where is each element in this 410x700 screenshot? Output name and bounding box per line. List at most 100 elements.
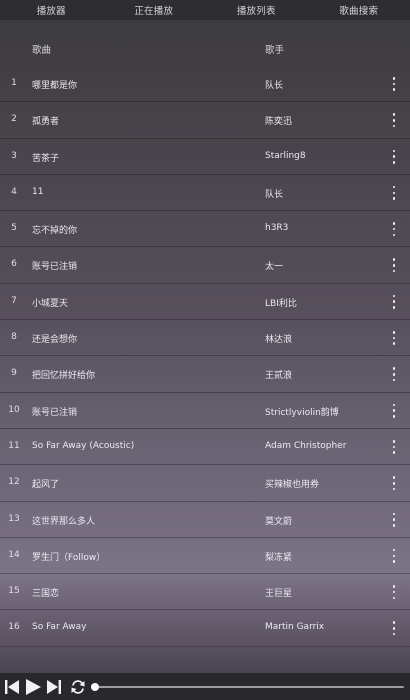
more-options-icon[interactable]: [390, 77, 398, 91]
song-index: 3: [11, 150, 17, 161]
more-options-icon[interactable]: [390, 185, 398, 200]
more-dot: [392, 481, 396, 485]
song-index: 10: [8, 404, 20, 415]
more-dot: [392, 373, 396, 376]
song-row[interactable]: 11 So Far Away (Acoustic) Adam Christopher: [0, 429, 410, 466]
song-row[interactable]: 16 So Far Away Martin Garrix: [0, 610, 410, 647]
repeat-icon[interactable]: [69, 678, 87, 696]
more-dot: [392, 590, 396, 594]
song-artist: Martin Garrix: [265, 622, 325, 633]
more-options-icon[interactable]: [390, 149, 398, 164]
more-dot: [392, 331, 396, 334]
song-index: 11: [8, 440, 20, 451]
song-row[interactable]: 14 罗生门（Follow） 梨冻紧: [0, 538, 410, 575]
song-title: 小城夏天: [32, 298, 69, 309]
song-row[interactable]: 9 把回忆拼好给你 王贰浪: [0, 356, 410, 393]
song-row[interactable]: 3 苦茶子 Starling8: [0, 139, 410, 175]
more-dot: [392, 621, 396, 625]
song-row[interactable]: 4 11 队长: [0, 175, 410, 212]
tab-song-search[interactable]: 歌曲搜索: [308, 3, 410, 17]
song-artist: Adam Christopher: [265, 440, 347, 451]
song-row[interactable]: 6 账号已注销 太一: [0, 247, 410, 284]
song-artist: 队长: [265, 81, 284, 91]
more-dot: [392, 439, 396, 443]
next-icon[interactable]: [46, 678, 62, 696]
more-dot: [392, 403, 396, 407]
more-dot: [392, 222, 396, 225]
song-index: 12: [8, 477, 20, 488]
song-row[interactable]: 10 账号已注销 Strictlyviolin韵博: [0, 393, 410, 429]
song-row[interactable]: 7 小城夏天 LBI利比: [0, 284, 410, 321]
progress-bar[interactable]: [91, 683, 404, 691]
more-dot: [392, 300, 396, 304]
song-artist: 太一: [265, 262, 284, 273]
more-dot: [392, 77, 396, 80]
song-title: 账号已注销: [32, 407, 78, 418]
song-artist: 王贰浪: [265, 371, 293, 382]
song-title: 三国恋: [32, 589, 60, 600]
more-dot: [392, 415, 396, 418]
more-options-icon[interactable]: [390, 222, 398, 237]
song-row[interactable]: 5 忘不掉的你 h3R3: [0, 211, 410, 248]
song-title: 忘不掉的你: [32, 226, 78, 237]
song-title: 起风了: [32, 480, 60, 491]
song-row[interactable]: 2 孤勇者 陈奕迅: [0, 102, 410, 139]
song-artist: h3R3: [265, 223, 289, 234]
player-bar: [0, 673, 410, 700]
song-title: 罗生门（Follow）: [32, 552, 106, 563]
progress-thumb[interactable]: [91, 683, 99, 691]
song-artist: 队长: [265, 189, 284, 200]
song-artist: Starling8: [265, 150, 306, 161]
more-dot: [392, 487, 396, 491]
song-artist: 林达浪: [265, 335, 293, 346]
more-dot: [392, 560, 396, 563]
more-dot: [392, 367, 396, 370]
song-title: 把回忆拼好给你: [32, 371, 96, 382]
more-options-icon[interactable]: [390, 548, 398, 563]
song-row[interactable]: 13 这世界那么多人 莫文蔚: [0, 502, 410, 538]
more-dot: [392, 632, 396, 636]
song-title: 这世界那么多人: [32, 516, 96, 527]
song-row[interactable]: 1 哪里都是你 队长: [0, 66, 410, 103]
more-options-icon[interactable]: [390, 512, 398, 527]
tab-now-playing[interactable]: 正在播放: [103, 3, 206, 17]
more-dot: [392, 161, 396, 164]
song-index: 6: [11, 259, 17, 270]
more-dot: [392, 82, 396, 86]
more-dot: [392, 191, 396, 195]
tab-playlist[interactable]: 播放列表: [205, 3, 308, 17]
song-index: 8: [11, 332, 17, 343]
more-options-icon[interactable]: [390, 621, 398, 636]
more-dot: [392, 342, 396, 346]
more-dot: [392, 258, 396, 262]
song-row[interactable]: 12 起风了 买辣椒也用券: [0, 465, 410, 502]
more-options-icon[interactable]: [390, 113, 398, 128]
more-dot: [392, 627, 396, 630]
more-dot: [392, 596, 396, 600]
more-options-icon[interactable]: [390, 331, 398, 346]
play-icon[interactable]: [24, 678, 42, 696]
more-dot: [392, 294, 396, 298]
previous-icon[interactable]: [4, 678, 20, 696]
column-header-title: 歌曲: [32, 45, 52, 56]
more-options-icon[interactable]: [390, 258, 398, 273]
more-options-icon[interactable]: [390, 585, 398, 600]
more-dot: [392, 451, 396, 454]
song-index: 15: [8, 586, 20, 597]
more-options-icon[interactable]: [390, 476, 398, 491]
song-title: 11: [32, 186, 44, 197]
more-dot: [392, 512, 396, 516]
more-options-icon[interactable]: [390, 439, 398, 454]
song-title: So Far Away: [32, 622, 87, 633]
more-options-icon[interactable]: [390, 403, 398, 418]
song-row[interactable]: 8 还是会想你 林达浪: [0, 320, 410, 357]
more-options-icon[interactable]: [390, 367, 398, 382]
tab-player[interactable]: 播放器: [0, 3, 103, 17]
song-artist: 陈奕迅: [265, 117, 293, 128]
song-row[interactable]: 15 三国恋 王巨星: [0, 574, 410, 611]
song-title: 哪里都是你: [32, 81, 78, 91]
song-artist: LBI利比: [265, 298, 297, 309]
more-dot: [392, 548, 396, 552]
more-options-icon[interactable]: [390, 294, 398, 309]
song-title: 还是会想你: [32, 335, 78, 346]
